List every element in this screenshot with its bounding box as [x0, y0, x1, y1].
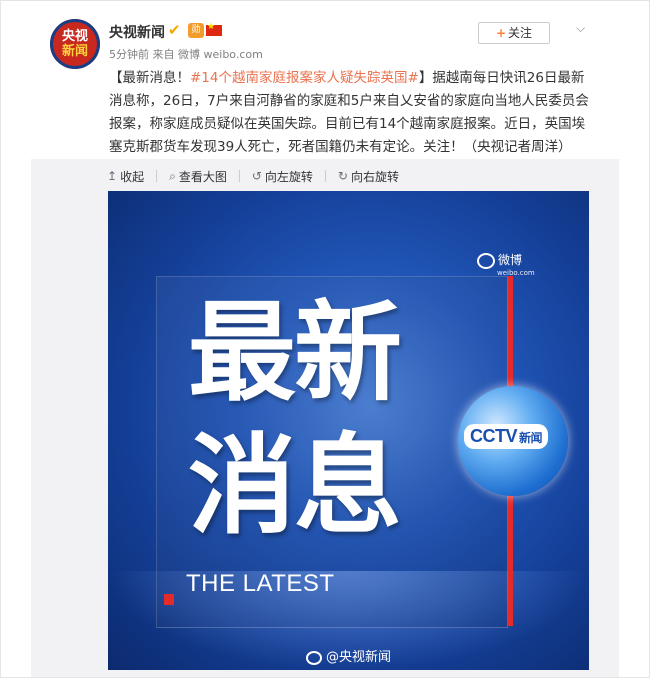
magnifier-icon: ⌕	[169, 168, 176, 183]
view-large-button[interactable]: ⌕ 查看大图	[169, 168, 227, 184]
toolbar-divider	[238, 170, 240, 182]
plus-icon: +	[495, 26, 507, 40]
poster-red-square	[164, 594, 174, 605]
chevron-down-icon[interactable]: ⌵	[576, 21, 588, 35]
medal-icon[interactable]: 勋	[188, 23, 204, 38]
poster-subtitle: THE LATEST	[186, 570, 335, 597]
arrow-up-icon: ↥	[107, 169, 118, 183]
weibo-logo-text: 微博	[498, 253, 523, 267]
poster-headline-1: 最新	[188, 291, 402, 416]
rotate-right-label: 向右旋转	[350, 169, 399, 184]
toolbar-divider	[324, 170, 326, 182]
avatar-text-line1: 央视	[61, 29, 88, 44]
post-text: 【最新消息！#14个越南家庭报案家人疑失踪英国#】据越南每日快讯26日最新消息称…	[109, 67, 593, 159]
topic-link[interactable]: #14个越南家庭报案家人疑失踪英国#	[190, 70, 419, 86]
china-flag-icon[interactable]	[206, 22, 222, 36]
rotate-right-button[interactable]: ↻ 向右旋转	[338, 168, 399, 184]
media-toolbar: ↥ 收起 ⌕ 查看大图 ↺ 向左旋转 ↻ 向右旋转	[107, 168, 399, 184]
cctv-news-logo: CCTV 新闻	[464, 424, 549, 449]
post-meta: 5分钟前 来自 微博 weibo.com	[109, 46, 263, 62]
image-watermark: @央视新闻	[306, 646, 391, 665]
post-image[interactable]: 微博 weibo.com 最新 消息 THE LATEST CCTV 新闻 @央视…	[108, 191, 589, 670]
from-label: 来自	[152, 48, 175, 61]
follow-button[interactable]: + 关注	[478, 22, 550, 44]
verified-icon: ✔	[168, 21, 181, 39]
rotate-left-icon: ↺	[251, 169, 262, 183]
poster-headline-2: 消息	[188, 424, 402, 549]
weibo-logo-sub: weibo.com	[497, 268, 535, 277]
post-source[interactable]: 微博 weibo.com	[178, 48, 263, 61]
post-time[interactable]: 5分钟前	[109, 48, 149, 61]
weibo-post-card: 央视 新闻 央视新闻 ✔ 勋 5分钟前 来自 微博 weibo.com +关注 …	[0, 0, 650, 678]
weibo-watermark-icon	[306, 650, 322, 665]
cctv-news-text: 新闻	[519, 431, 543, 445]
toolbar-divider	[156, 170, 158, 182]
avatar[interactable]: 央视 新闻	[50, 19, 100, 69]
rotate-left-label: 向左旋转	[264, 169, 313, 184]
rotate-left-button[interactable]: ↺ 向左旋转	[252, 168, 313, 184]
weibo-eye-icon	[477, 252, 495, 269]
author-nickname[interactable]: 央视新闻	[109, 22, 165, 42]
rotate-right-icon: ↻	[337, 169, 348, 183]
collapse-label: 收起	[120, 169, 145, 184]
follow-label: 关注	[508, 26, 533, 40]
cctv-logo-text: CCTV	[470, 426, 518, 446]
post-text-prefix: 【最新消息！	[109, 70, 190, 86]
collapse-button[interactable]: ↥ 收起	[107, 168, 144, 184]
view-large-label: 查看大图	[178, 169, 227, 184]
avatar-text-line2: 新闻	[61, 44, 88, 59]
watermark-text: @央视新闻	[326, 650, 392, 665]
weibo-logo: 微博 weibo.com	[477, 251, 535, 277]
